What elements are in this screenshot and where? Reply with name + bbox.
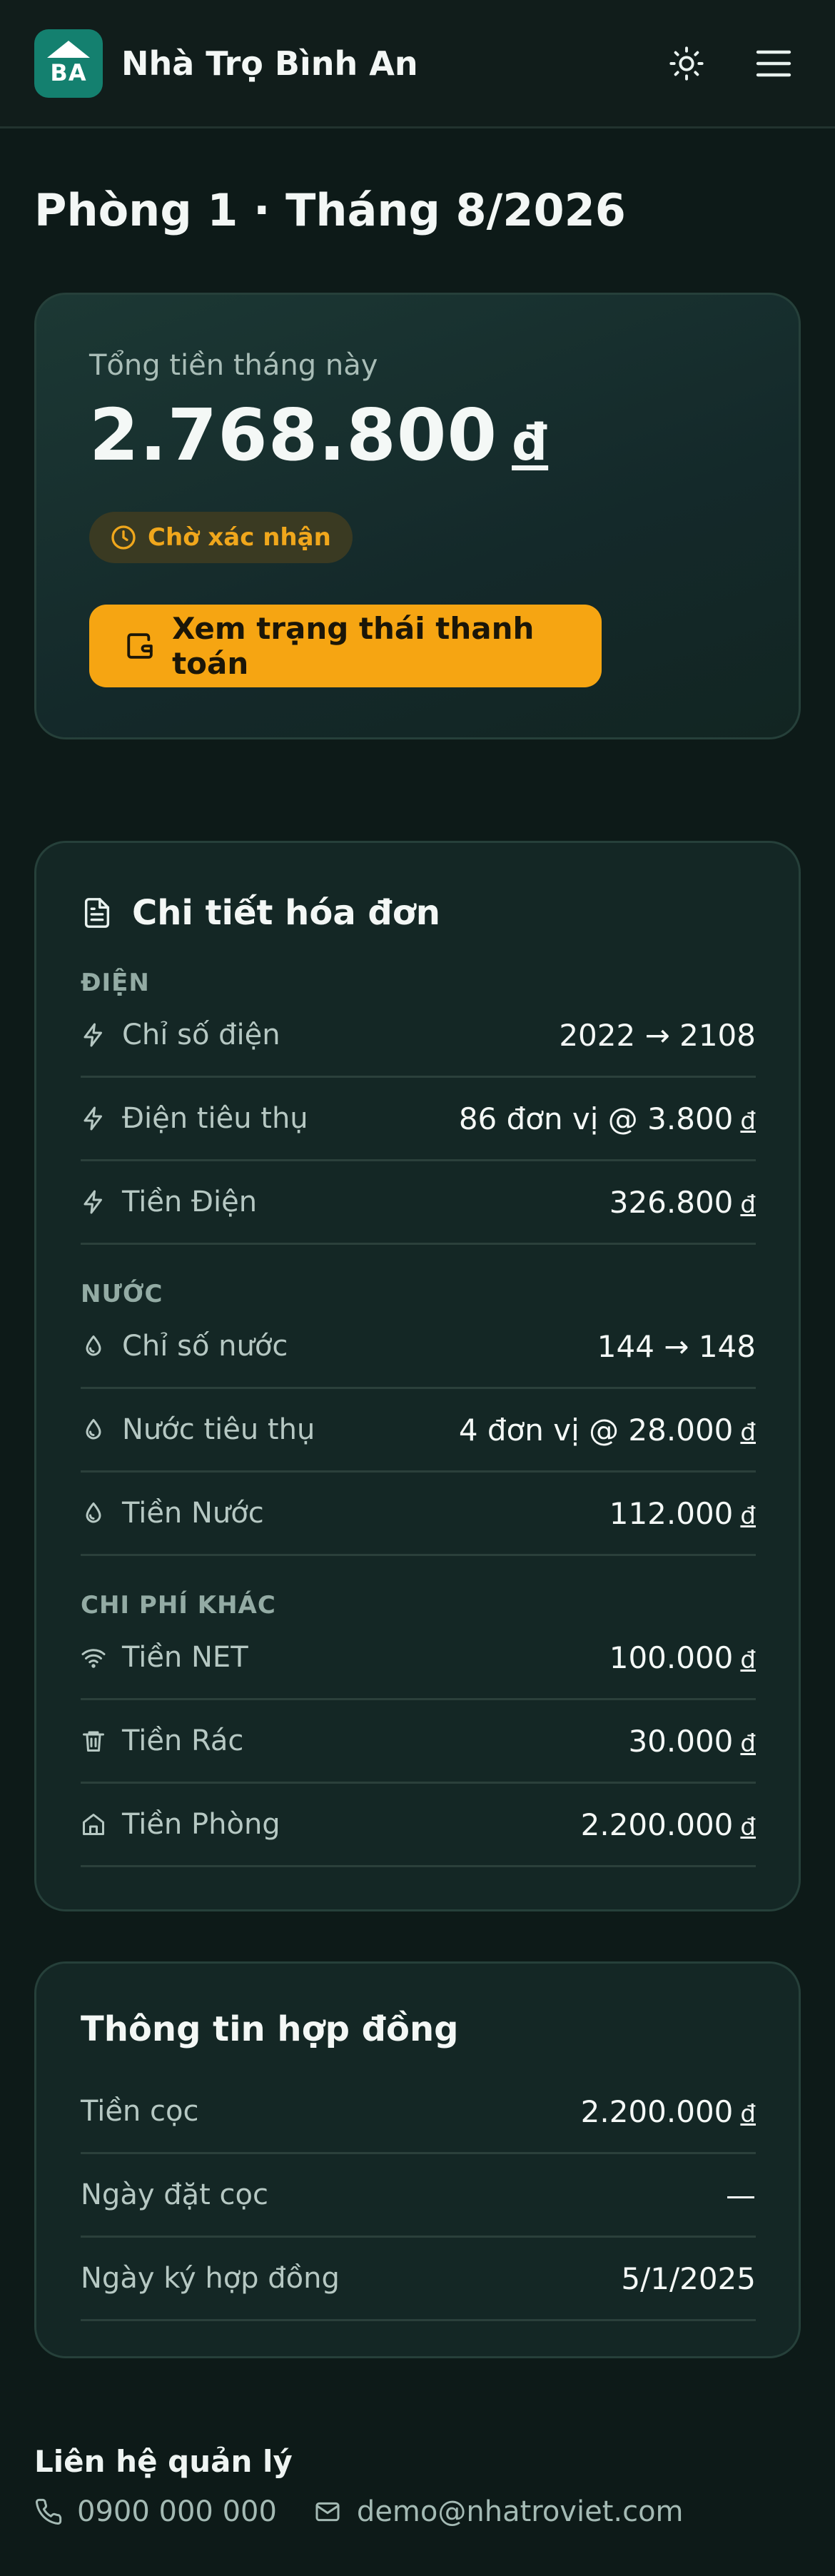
- row-value: —: [726, 2177, 756, 2213]
- currency-symbol: đ: [740, 2099, 756, 2128]
- hamburger-menu-icon: [756, 50, 791, 76]
- contract-title: Thông tin hợp đồng: [81, 2009, 459, 2049]
- row-value: 2.200.000: [580, 2093, 734, 2129]
- brand-logo[interactable]: BA: [34, 29, 103, 98]
- row-label: Chỉ số nước: [122, 1330, 288, 1363]
- invoice-row: Nước tiêu thụ 4 đơn vị @ 28.000 đ: [81, 1389, 756, 1473]
- droplet-icon: [86, 1419, 101, 1440]
- row-label: Ngày ký hợp đồng: [81, 2262, 340, 2295]
- section-label-electric: ĐIỆN: [81, 969, 150, 997]
- droplet-icon: [86, 1335, 101, 1356]
- row-label: Tiền Nước: [122, 1497, 264, 1530]
- clock-icon: [111, 525, 136, 550]
- row-value: 5/1/2025: [621, 2261, 756, 2296]
- invoice-detail-card: Chi tiết hóa đơn ĐIỆN Chỉ số điện 2022 →…: [34, 841, 801, 1911]
- invoice-row: Chỉ số nước 144 → 148: [81, 1305, 756, 1389]
- invoice-row: Điện tiêu thụ 86 đơn vị @ 3.800 đ: [81, 1078, 756, 1161]
- invoice-title-text: Chi tiết hóa đơn: [132, 893, 440, 933]
- contract-row: Ngày ký hợp đồng 5/1/2025: [81, 2238, 756, 2321]
- theme-toggle-button[interactable]: [659, 36, 714, 91]
- view-payment-status-button[interactable]: Xem trạng thái thanh toán: [89, 605, 602, 687]
- sun-icon: [669, 46, 704, 81]
- contract-row: Tiền cọc 2.200.000 đ: [81, 2071, 756, 2154]
- invoice-title: Chi tiết hóa đơn: [81, 893, 440, 933]
- currency-symbol: đ: [740, 1501, 756, 1530]
- status-badge: Chờ xác nhận: [89, 512, 353, 563]
- section-label-other-costs: CHI PHÍ KHÁC: [81, 1591, 276, 1620]
- invoice-row: Tiền Phòng 2.200.000 đ: [81, 1784, 756, 1867]
- contact-links: 0900 000 000 demo@nhatroviet.com: [34, 2495, 684, 2528]
- phone-number: 0900 000 000: [77, 2495, 277, 2528]
- section-label-water: NƯỚC: [81, 1280, 163, 1308]
- row-label: Tiền NET: [122, 1641, 248, 1674]
- page-title: Phòng 1 · Tháng 8/2026: [34, 184, 626, 236]
- invoice-row: Tiền Nước 112.000 đ: [81, 1473, 756, 1556]
- home-icon: [83, 1814, 104, 1835]
- logo-text: BA: [50, 59, 87, 86]
- row-value: 86 đơn vị @ 3.800: [458, 1101, 734, 1136]
- status-text: Chờ xác nhận: [148, 523, 331, 552]
- invoice-row: Tiền Rác 30.000 đ: [81, 1700, 756, 1784]
- menu-button[interactable]: [747, 36, 801, 91]
- droplet-icon: [86, 1502, 101, 1523]
- row-label: Chỉ số điện: [122, 1019, 280, 1051]
- phone-icon: [36, 2498, 62, 2525]
- document-icon: [84, 898, 110, 928]
- contact-title: Liên hệ quản lý: [34, 2444, 293, 2479]
- row-label: Điện tiêu thụ: [122, 1102, 308, 1135]
- row-value: 2022 → 2108: [559, 1017, 756, 1053]
- row-value: 100.000: [609, 1640, 734, 1675]
- row-label: Nước tiêu thụ: [122, 1413, 315, 1446]
- lightning-icon: [84, 1023, 102, 1047]
- currency-symbol: đ: [740, 1190, 756, 1219]
- brand-name[interactable]: Nhà Trọ Bình An: [121, 44, 659, 83]
- row-label: Tiền cọc: [81, 2095, 199, 2128]
- email-address: demo@nhatroviet.com: [356, 2495, 684, 2528]
- row-value: 112.000: [609, 1495, 734, 1531]
- total-amount: 2.768.800 đ: [89, 393, 548, 477]
- email-link[interactable]: demo@nhatroviet.com: [313, 2495, 684, 2528]
- currency-symbol: đ: [512, 413, 549, 472]
- currency-symbol: đ: [740, 1729, 756, 1758]
- row-label: Tiền Phòng: [122, 1808, 280, 1841]
- total-label: Tổng tiền tháng này: [89, 349, 378, 382]
- row-value: 326.800: [609, 1184, 734, 1220]
- lightning-icon: [84, 1106, 102, 1131]
- contract-row: Ngày đặt cọc —: [81, 2154, 756, 2238]
- pay-button-label: Xem trạng thái thanh toán: [172, 611, 535, 681]
- row-label: Tiền Rác: [122, 1724, 244, 1757]
- wallet-icon: [127, 633, 153, 659]
- row-value: 144 → 148: [597, 1328, 756, 1364]
- invoice-row: Tiền NET 100.000 đ: [81, 1617, 756, 1700]
- invoice-row: Tiền Điện 326.800 đ: [81, 1161, 756, 1245]
- app-header: BA Nhà Trọ Bình An: [0, 0, 835, 128]
- phone-link[interactable]: 0900 000 000: [34, 2495, 277, 2528]
- row-value: 30.000: [628, 1723, 734, 1759]
- currency-symbol: đ: [740, 1418, 756, 1447]
- invoice-row: Chỉ số điện 2022 → 2108: [81, 994, 756, 1078]
- currency-symbol: đ: [740, 1645, 756, 1675]
- row-value: 2.200.000: [580, 1807, 734, 1842]
- trash-icon: [83, 1731, 104, 1752]
- lightning-icon: [84, 1190, 102, 1214]
- total-summary-card: Tổng tiền tháng này 2.768.800 đ Chờ xác n…: [34, 293, 801, 739]
- row-value: 4 đơn vị @ 28.000: [458, 1412, 734, 1448]
- currency-symbol: đ: [740, 1106, 756, 1136]
- wifi-icon: [81, 1649, 106, 1668]
- contract-info-card: Thông tin hợp đồng Tiền cọc 2.200.000 đ N…: [34, 1961, 801, 2358]
- mail-icon: [315, 2502, 340, 2522]
- row-label: Tiền Điện: [122, 1186, 258, 1218]
- total-amount-value: 2.768.800: [89, 393, 498, 477]
- row-label: Ngày đặt cọc: [81, 2178, 268, 2211]
- currency-symbol: đ: [740, 1812, 756, 1842]
